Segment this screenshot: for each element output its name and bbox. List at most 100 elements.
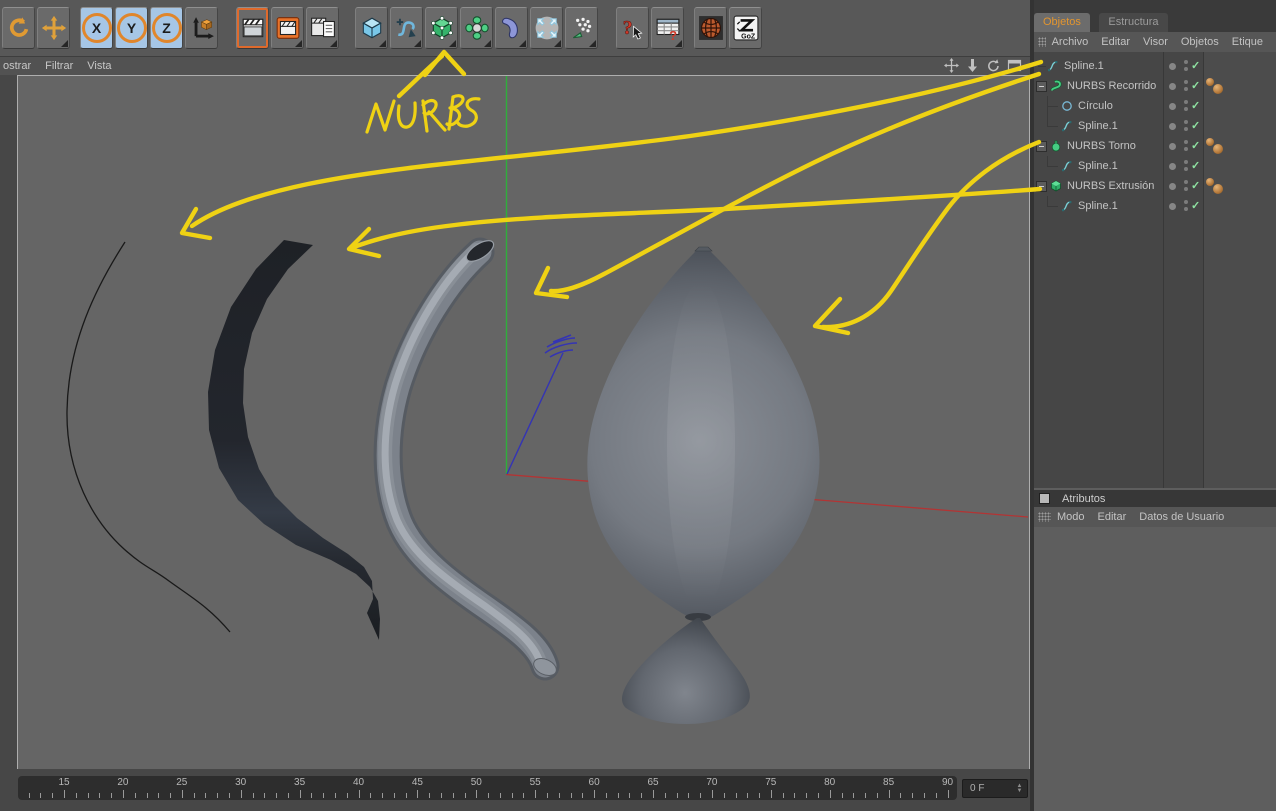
editor-dot[interactable] (1184, 180, 1188, 184)
drag-grip-icon[interactable] (1038, 37, 1046, 47)
viewport-menu-vista[interactable]: Vista (87, 60, 111, 72)
viewport-menu-filtrar[interactable]: Filtrar (45, 60, 73, 72)
object-label[interactable]: Spline.1 (1078, 160, 1118, 172)
add-spline-button[interactable] (390, 7, 423, 49)
editor-dot[interactable] (1184, 200, 1188, 204)
om-menu-visor[interactable]: Visor (1143, 36, 1168, 48)
enabled-check-icon[interactable]: ✓ (1191, 199, 1200, 212)
render-dot[interactable] (1184, 127, 1188, 131)
pan-icon[interactable] (944, 58, 959, 73)
tree-row-spline-1[interactable]: Spline.1 ✓ (1034, 116, 1276, 136)
visibility-dot[interactable] (1169, 163, 1176, 170)
extrude-object[interactable] (208, 240, 380, 640)
frame-spinner[interactable]: ▲ ▼ (1014, 783, 1027, 794)
render-dot[interactable] (1184, 147, 1188, 151)
goz-button[interactable]: GoZ (729, 7, 762, 49)
om-menu-etique[interactable]: Etique (1232, 36, 1263, 48)
attr-menu-modo[interactable]: Modo (1057, 511, 1085, 523)
object-label[interactable]: NURBS Extrusión (1067, 180, 1154, 192)
undo-button[interactable] (2, 7, 35, 49)
material-tag-icon[interactable] (1213, 144, 1223, 154)
render-dot[interactable] (1184, 67, 1188, 71)
phong-tag-icon[interactable] (1206, 178, 1214, 186)
visibility-dot[interactable] (1169, 63, 1176, 70)
editor-dot[interactable] (1184, 160, 1188, 164)
render-dot[interactable] (1184, 167, 1188, 171)
tab-objetos[interactable]: Objetos (1034, 13, 1090, 32)
enabled-check-icon[interactable]: ✓ (1191, 119, 1200, 132)
help-button[interactable]: ? (616, 7, 649, 49)
material-tag-icon[interactable] (1213, 184, 1223, 194)
tree-row-spline-1[interactable]: Spline.1 ✓ (1034, 56, 1276, 76)
om-menu-archivo[interactable]: Archivo (1052, 36, 1089, 48)
viewport[interactable] (17, 75, 1030, 770)
add-modeling-button[interactable] (460, 7, 493, 49)
content-browser-button[interactable]: ? (651, 7, 684, 49)
visibility-dot[interactable] (1169, 103, 1176, 110)
lathe-object-foot[interactable] (621, 618, 750, 724)
add-environment-button[interactable] (530, 7, 563, 49)
current-frame-field[interactable]: 0 F ▲ ▼ (962, 779, 1028, 798)
online-updater-button[interactable] (694, 7, 727, 49)
enabled-check-icon[interactable]: ✓ (1191, 139, 1200, 152)
add-nurbs-button[interactable] (425, 7, 458, 49)
object-label[interactable]: NURBS Recorrido (1067, 80, 1156, 92)
editor-dot[interactable] (1184, 120, 1188, 124)
rotate-view-icon[interactable] (986, 58, 1001, 73)
viewport-menu-ostrar[interactable]: ostrar (3, 60, 31, 72)
visibility-dot[interactable] (1169, 183, 1176, 190)
move-button[interactable] (37, 7, 70, 49)
enabled-check-icon[interactable]: ✓ (1191, 59, 1200, 72)
om-menu-objetos[interactable]: Objetos (1181, 36, 1219, 48)
render-dot[interactable] (1184, 107, 1188, 111)
enabled-check-icon[interactable]: ✓ (1191, 179, 1200, 192)
add-deformer-button[interactable] (495, 7, 528, 49)
spline-object[interactable] (66, 241, 231, 633)
object-label[interactable]: Spline.1 (1078, 120, 1118, 132)
om-menu-editar[interactable]: Editar (1101, 36, 1130, 48)
phong-tag-icon[interactable] (1206, 78, 1214, 86)
object-label[interactable]: Spline.1 (1078, 200, 1118, 212)
editor-dot[interactable] (1184, 80, 1188, 84)
object-label[interactable]: NURBS Torno (1067, 140, 1136, 152)
editor-dot[interactable] (1184, 60, 1188, 64)
render-dot[interactable] (1184, 187, 1188, 191)
expand-toggle[interactable] (1036, 181, 1047, 192)
render-dot[interactable] (1184, 87, 1188, 91)
phong-tag-icon[interactable] (1206, 138, 1214, 146)
expand-toggle[interactable] (1036, 141, 1047, 152)
tree-row-círculo[interactable]: Círculo ✓ (1034, 96, 1276, 116)
maximize-view-icon[interactable] (1007, 58, 1022, 73)
material-tag-icon[interactable] (1213, 84, 1223, 94)
tree-row-spline-1[interactable]: Spline.1 ✓ (1034, 196, 1276, 216)
attr-menu-datos-de-usuario[interactable]: Datos de Usuario (1139, 511, 1224, 523)
editor-dot[interactable] (1184, 140, 1188, 144)
enabled-check-icon[interactable]: ✓ (1191, 79, 1200, 92)
sweep-object[interactable] (373, 237, 560, 681)
attr-menu-editar[interactable]: Editar (1098, 511, 1127, 523)
visibility-dot[interactable] (1169, 83, 1176, 90)
z-axis-lock-button[interactable]: Z (150, 7, 183, 49)
render-picture-viewer-button[interactable] (271, 7, 304, 49)
enabled-check-icon[interactable]: ✓ (1191, 99, 1200, 112)
expand-toggle[interactable] (1036, 81, 1047, 92)
visibility-dot[interactable] (1169, 143, 1176, 150)
lathe-object[interactable] (587, 246, 820, 724)
tree-row-spline-1[interactable]: Spline.1 ✓ (1034, 156, 1276, 176)
tree-row-nurbs-torno[interactable]: NURBS Torno ✓ (1034, 136, 1276, 156)
y-axis-lock-button[interactable]: Y (115, 7, 148, 49)
x-axis-lock-button[interactable]: X (80, 7, 113, 49)
render-dot[interactable] (1184, 207, 1188, 211)
drag-grip-icon[interactable] (1038, 512, 1051, 522)
tree-row-nurbs-extrusión[interactable]: NURBS Extrusión ✓ (1034, 176, 1276, 196)
dolly-icon[interactable] (965, 58, 980, 73)
editor-dot[interactable] (1184, 100, 1188, 104)
tree-row-nurbs-recorrido[interactable]: NURBS Recorrido ✓ (1034, 76, 1276, 96)
object-label[interactable]: Spline.1 (1064, 60, 1104, 72)
visibility-dot[interactable] (1169, 203, 1176, 210)
render-view-button[interactable] (236, 7, 269, 49)
enabled-check-icon[interactable]: ✓ (1191, 159, 1200, 172)
add-particles-button[interactable] (565, 7, 598, 49)
tab-estructura[interactable]: Estructura (1099, 13, 1168, 32)
add-primitive-button[interactable] (355, 7, 388, 49)
